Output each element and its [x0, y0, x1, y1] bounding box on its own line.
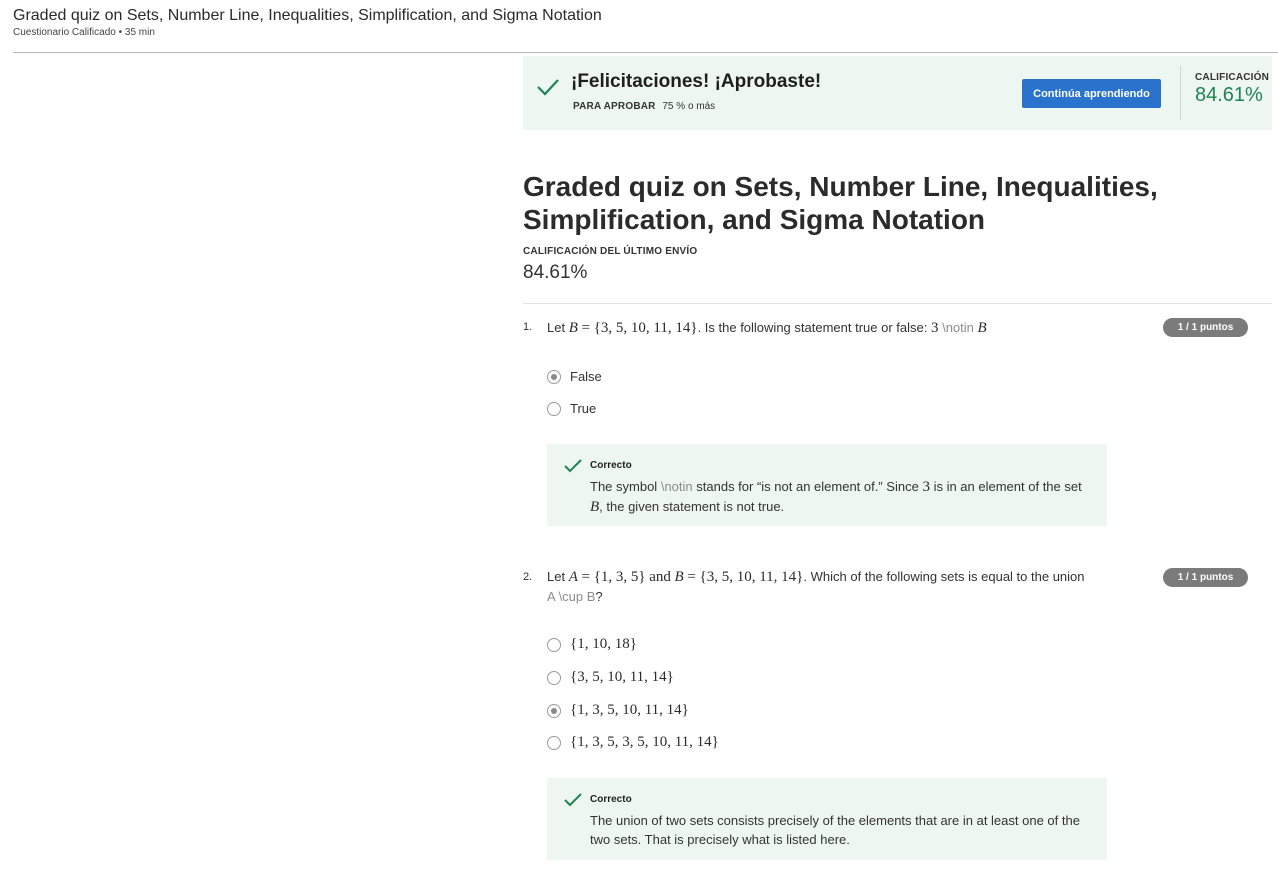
- question-2-option-1[interactable]: {1, 10, 18}: [547, 636, 637, 653]
- statement-operator: \notin: [942, 320, 974, 335]
- radio-unselected[interactable]: [547, 735, 561, 750]
- header-divider: [13, 52, 1278, 53]
- header-subtitle: Cuestionario Calificado • 35 min: [13, 27, 155, 38]
- feedback-text: The union of two sets consists precisely…: [590, 813, 1080, 847]
- pass-requirement: PARA APROBAR 75 % o más: [573, 101, 715, 112]
- question-1-points-badge: 1 / 1 puntos: [1163, 318, 1248, 337]
- banner-divider: [1180, 66, 1181, 120]
- question-2-option-4[interactable]: {1, 3, 5, 3, 5, 10, 11, 14}: [547, 734, 719, 751]
- last-submission-label: CALIFICACIÓN DEL ÚLTIMO ENVÍO: [523, 246, 698, 257]
- question-1-number: 1.: [523, 321, 533, 333]
- check-icon: [564, 793, 582, 807]
- feedback-text: The symbol \notin stands for “is not an …: [590, 479, 1082, 515]
- question-2-points-badge: 1 / 1 puntos: [1163, 568, 1248, 587]
- question-1-option-false[interactable]: False: [547, 369, 602, 384]
- check-icon: [537, 79, 559, 96]
- last-submission-value: 84.61%: [523, 262, 588, 283]
- radio-unselected[interactable]: [547, 670, 561, 685]
- feedback-label: Correcto: [590, 460, 632, 471]
- feedback-label: Correcto: [590, 794, 632, 805]
- question-2-option-2[interactable]: {3, 5, 10, 11, 14}: [547, 669, 674, 686]
- set-b-value: = {3, 5, 10, 11, 14}: [581, 320, 698, 336]
- pass-value: 75 % o más: [662, 101, 716, 112]
- page-header: Graded quiz on Sets, Number Line, Inequa…: [13, 6, 602, 38]
- radio-unselected[interactable]: [547, 637, 561, 652]
- grade-value: 84.61%: [1195, 84, 1263, 106]
- continue-learning-button[interactable]: Continúa aprendiendo: [1022, 79, 1161, 108]
- question-2-number: 2.: [523, 571, 533, 583]
- banner-title: ¡Felicitaciones! ¡Aprobaste!: [571, 71, 822, 92]
- question-2-option-3[interactable]: {1, 3, 5, 10, 11, 14}: [547, 702, 689, 719]
- radio-selected[interactable]: [547, 369, 561, 384]
- radio-selected[interactable]: [547, 703, 561, 718]
- question-1-option-true[interactable]: True: [547, 401, 596, 416]
- statement-value: 3: [930, 320, 939, 336]
- pass-label: PARA APROBAR: [573, 101, 656, 112]
- set-b-name: B: [568, 320, 578, 336]
- grade-label: CALIFICACIÓN: [1195, 72, 1270, 83]
- radio-unselected[interactable]: [547, 401, 561, 416]
- check-icon: [564, 459, 582, 473]
- header-title: Graded quiz on Sets, Number Line, Inequa…: [13, 7, 602, 24]
- page-title: Graded quiz on Sets, Number Line, Inequa…: [523, 171, 1158, 235]
- pass-banner: ¡Felicitaciones! ¡Aprobaste! PARA APROBA…: [523, 56, 1272, 130]
- question-1-text: Let B = {3, 5, 10, 11, 14}. Is the follo…: [547, 320, 987, 336]
- question-2-text: Let A = {1, 3, 5} and B = {3, 5, 10, 11,…: [547, 569, 1085, 604]
- question-1-feedback: Correcto The symbol \notin stands for “i…: [547, 444, 1107, 526]
- section-divider: [523, 303, 1272, 304]
- question-2-feedback: Correcto The union of two sets consists …: [547, 778, 1107, 860]
- statement-set: B: [977, 320, 987, 336]
